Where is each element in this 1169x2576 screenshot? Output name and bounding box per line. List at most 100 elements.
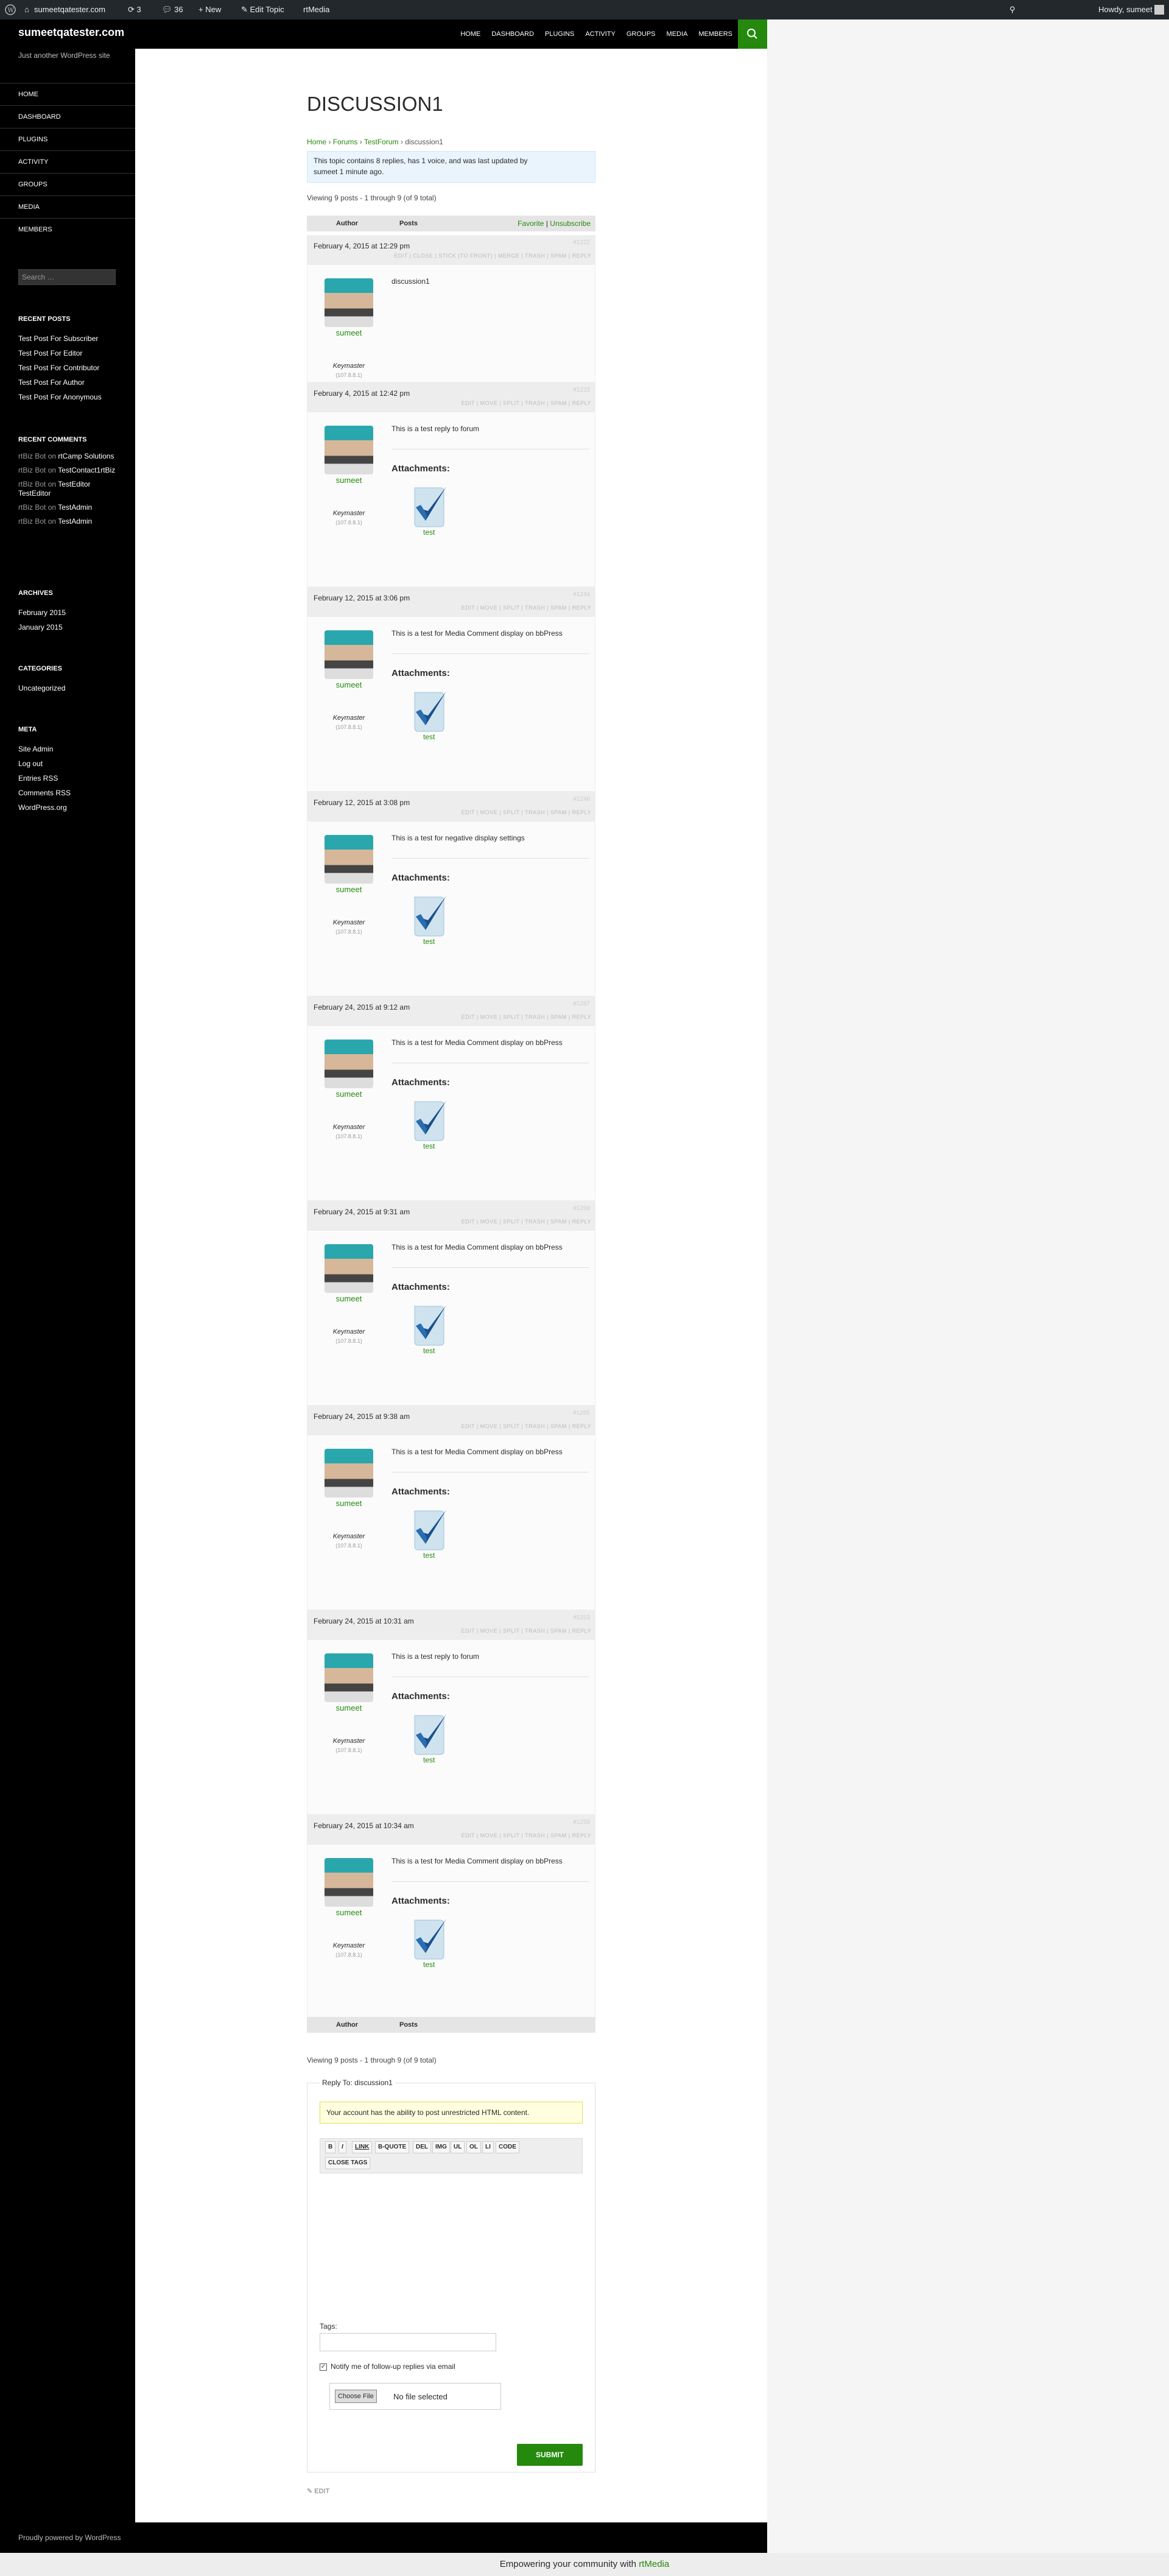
del-button[interactable]: DEL <box>413 2141 431 2153</box>
attachment-link[interactable]: test <box>423 1756 435 1764</box>
close-tags-button[interactable]: CLOSE TAGS <box>325 2157 371 2169</box>
reply-permalink[interactable]: #1223 <box>573 387 590 393</box>
img-button[interactable]: IMG <box>432 2141 450 2153</box>
reply-admin-links[interactable]: EDIT | MOVE | SPLIT | TRASH | SPAM | REP… <box>462 1628 591 1634</box>
reply-admin-links[interactable]: EDIT | MOVE | SPLIT | TRASH | SPAM | REP… <box>462 1219 591 1225</box>
avatar[interactable] <box>325 1449 373 1497</box>
nav-home[interactable]: HOME <box>455 19 486 49</box>
author-link[interactable]: sumeet <box>307 1294 390 1303</box>
reply-admin-links[interactable]: EDIT | MOVE | SPLIT | TRASH | SPAM | REP… <box>462 1832 591 1839</box>
avatar[interactable] <box>325 1858 373 1907</box>
comment-target-link[interactable]: rtCamp Solutions <box>58 452 114 460</box>
breadcrumb-forum[interactable]: TestForum <box>364 138 399 146</box>
li-button[interactable]: LI <box>482 2141 494 2153</box>
sidebar-item-groups[interactable]: GROUPS <box>0 173 135 195</box>
reply-permalink[interactable]: #1246 <box>573 796 590 803</box>
author-link[interactable]: sumeet <box>307 476 390 485</box>
attachment-link[interactable]: test <box>423 1142 435 1150</box>
recent-post-link[interactable]: Test Post For Anonymous <box>18 390 122 404</box>
reply-admin-links[interactable]: EDIT | MOVE | SPLIT | TRASH | SPAM | REP… <box>462 1423 591 1429</box>
attachment-link[interactable]: test <box>423 937 435 946</box>
edit-topic-link[interactable]: ✎ Edit Topic <box>241 0 284 19</box>
attachment-link[interactable]: test <box>423 528 435 537</box>
checkmark-image-icon[interactable] <box>410 688 449 735</box>
bold-button[interactable]: B <box>325 2141 336 2153</box>
checkmark-image-icon[interactable] <box>410 1915 449 1963</box>
checkmark-image-icon[interactable] <box>410 892 449 940</box>
nav-plugins[interactable]: PLUGINS <box>539 19 580 49</box>
author-link[interactable]: sumeet <box>307 1499 390 1508</box>
comments-icon[interactable]: 💬︎ 36 <box>162 0 183 19</box>
author-link[interactable]: sumeet <box>307 1089 390 1099</box>
reply-admin-links[interactable]: EDIT | MOVE | SPLIT | TRASH | SPAM | REP… <box>462 809 591 815</box>
recent-post-link[interactable]: Test Post For Subscriber <box>18 331 122 346</box>
reply-textarea[interactable] <box>320 2173 583 2314</box>
topic-info-freshness[interactable]: sumeet 1 minute ago. <box>314 166 589 177</box>
wordpress-logo-icon[interactable]: W <box>5 0 16 19</box>
comment-target-link[interactable]: TestAdmin <box>58 517 92 526</box>
choose-file-button[interactable]: Choose File <box>335 2390 377 2403</box>
rtmedia-menu[interactable]: rtMedia <box>303 0 329 19</box>
meta-link[interactable]: WordPress.org <box>18 800 122 815</box>
blockquote-button[interactable]: B-QUOTE <box>375 2141 410 2153</box>
attachment-link[interactable]: test <box>423 1960 435 1969</box>
reply-admin-links[interactable]: EDIT | MOVE | SPLIT | TRASH | SPAM | REP… <box>462 605 591 611</box>
ol-button[interactable]: OL <box>466 2141 481 2153</box>
checkmark-image-icon[interactable] <box>410 1506 449 1554</box>
archive-link[interactable]: February 2015 <box>18 605 122 620</box>
avatar[interactable] <box>325 426 373 474</box>
archive-link[interactable]: January 2015 <box>18 620 122 635</box>
rtmedia-link[interactable]: rtMedia <box>639 2559 669 2569</box>
link-button[interactable]: LINK <box>352 2141 373 2153</box>
notify-checkbox[interactable]: ✓ <box>320 2363 327 2371</box>
reply-admin-links[interactable]: EDIT | MOVE | SPLIT | TRASH | SPAM | REP… <box>462 400 591 406</box>
avatar[interactable] <box>325 835 373 884</box>
comment-target-link[interactable]: TestAdmin <box>58 503 92 512</box>
breadcrumb-forums[interactable]: Forums <box>333 138 358 146</box>
avatar[interactable] <box>1154 5 1164 15</box>
meta-link[interactable]: Comments RSS <box>18 786 122 800</box>
nav-members[interactable]: MEMBERS <box>693 19 738 49</box>
sidebar-search-input[interactable]: Search … <box>18 269 116 285</box>
recent-post-link[interactable]: Test Post For Contributor <box>18 361 122 375</box>
admin-site-name[interactable]: sumeetqatester.com <box>34 0 105 19</box>
nav-activity[interactable]: ACTIVITY <box>580 19 621 49</box>
sidebar-item-activity[interactable]: ACTIVITY <box>0 150 135 173</box>
new-content-button[interactable]: + New <box>198 0 221 19</box>
unsubscribe-link[interactable]: Unsubscribe <box>550 219 591 228</box>
author-link[interactable]: sumeet <box>307 328 390 337</box>
sidebar-item-media[interactable]: MEDIA <box>0 195 135 218</box>
recent-post-link[interactable]: Test Post For Editor <box>18 346 122 361</box>
checkmark-image-icon[interactable] <box>410 1711 449 1758</box>
reply-permalink[interactable]: #1259 <box>573 1819 590 1826</box>
author-link[interactable]: sumeet <box>307 680 390 689</box>
search-toggle-button[interactable] <box>738 19 767 49</box>
checkmark-image-icon[interactable] <box>410 1097 449 1144</box>
avatar[interactable] <box>325 1040 373 1088</box>
reply-permalink[interactable]: #1244 <box>573 591 590 598</box>
author-link[interactable]: sumeet <box>307 1908 390 1917</box>
tags-input[interactable] <box>320 2333 496 2351</box>
reply-permalink[interactable]: #1269 <box>573 1205 590 1212</box>
nav-dashboard[interactable]: DASHBOARD <box>486 19 539 49</box>
edit-link[interactable]: ✎ EDIT <box>307 2487 329 2495</box>
howdy-account[interactable]: Howdy, sumeet <box>1098 0 1153 19</box>
recent-post-link[interactable]: Test Post For Author <box>18 375 122 390</box>
sidebar-item-plugins[interactable]: PLUGINS <box>0 128 135 150</box>
meta-link[interactable]: Log out <box>18 756 122 771</box>
checkmark-image-icon[interactable] <box>410 1301 449 1349</box>
nav-media[interactable]: MEDIA <box>661 19 693 49</box>
attachment-link[interactable]: test <box>423 733 435 741</box>
footer-credit[interactable]: Proudly powered by WordPress <box>18 2533 121 2542</box>
avatar[interactable] <box>325 630 373 679</box>
sidebar-item-members[interactable]: MEMBERS <box>0 218 135 241</box>
nav-groups[interactable]: GROUPS <box>621 19 661 49</box>
avatar[interactable] <box>325 278 373 327</box>
meta-link[interactable]: Entries RSS <box>18 771 122 786</box>
avatar[interactable] <box>325 1653 373 1702</box>
reply-permalink[interactable]: #1222 <box>573 239 590 246</box>
category-link[interactable]: Uncategorized <box>18 681 122 695</box>
search-icon[interactable]: ⚲ <box>1009 0 1016 19</box>
updates-icon[interactable]: ⟳ 3 <box>128 0 141 19</box>
attachment-link[interactable]: test <box>423 1346 435 1355</box>
